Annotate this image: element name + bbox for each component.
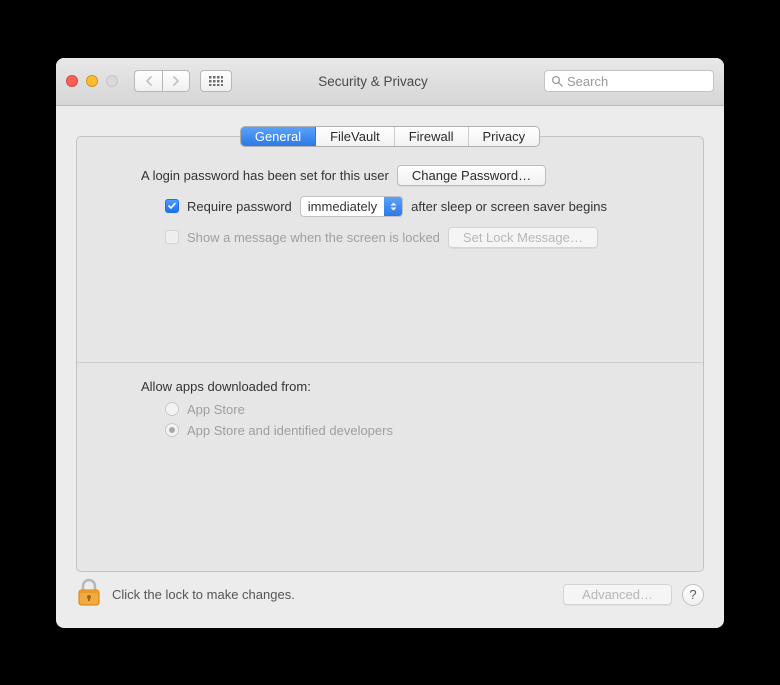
set-lock-message-button: Set Lock Message…: [448, 227, 598, 248]
forward-button[interactable]: [162, 70, 190, 92]
window-controls: [66, 75, 118, 87]
footer: Click the lock to make changes. Advanced…: [56, 572, 724, 628]
login-password-text: A login password has been set for this u…: [141, 168, 389, 183]
tab-bar: General FileVault Firewall Privacy: [240, 126, 540, 147]
radio-identified-developers: [165, 423, 179, 437]
search-field[interactable]: Search: [544, 70, 714, 92]
radio-appstore-label: App Store: [187, 402, 245, 417]
show-lock-message-label: Show a message when the screen is locked: [187, 230, 440, 245]
after-sleep-text: after sleep or screen saver begins: [411, 199, 607, 214]
content-area: General FileVault Firewall Privacy A log…: [56, 106, 724, 572]
chevron-right-icon: [172, 76, 180, 86]
advanced-button[interactable]: Advanced…: [563, 584, 672, 605]
login-password-row: A login password has been set for this u…: [101, 165, 679, 186]
gatekeeper-appstore-row: App Store: [101, 402, 679, 417]
chevron-left-icon: [145, 76, 153, 86]
help-button[interactable]: ?: [682, 584, 704, 606]
tab-general[interactable]: General: [241, 127, 316, 146]
close-window-button[interactable]: [66, 75, 78, 87]
require-password-delay-select[interactable]: immediately: [300, 196, 403, 217]
tab-firewall[interactable]: Firewall: [395, 127, 469, 146]
change-password-button[interactable]: Change Password…: [397, 165, 546, 186]
radio-appstore: [165, 402, 179, 416]
help-icon: ?: [689, 587, 696, 602]
require-password-row: Require password immediately after sleep…: [101, 196, 679, 217]
require-password-checkbox[interactable]: [165, 199, 179, 213]
tab-filevault[interactable]: FileVault: [316, 127, 395, 146]
gatekeeper-identified-row: App Store and identified developers: [101, 423, 679, 438]
search-icon: [551, 75, 563, 87]
select-stepper-icon: [384, 197, 402, 216]
radio-identified-label: App Store and identified developers: [187, 423, 393, 438]
show-lock-message-checkbox: [165, 230, 179, 244]
back-button[interactable]: [134, 70, 162, 92]
allow-apps-label: Allow apps downloaded from:: [101, 379, 679, 394]
titlebar: Security & Privacy Search: [56, 58, 724, 106]
lock-icon: [76, 578, 102, 608]
tab-privacy[interactable]: Privacy: [469, 127, 540, 146]
require-password-label: Require password: [187, 199, 292, 214]
lock-button[interactable]: [76, 578, 102, 611]
window-title: Security & Privacy: [212, 74, 534, 89]
search-placeholder: Search: [567, 74, 608, 89]
checkmark-icon: [167, 201, 177, 211]
require-password-delay-value: immediately: [301, 199, 384, 214]
minimize-window-button[interactable]: [86, 75, 98, 87]
preferences-window: Security & Privacy Search General FileVa…: [56, 58, 724, 628]
zoom-window-button: [106, 75, 118, 87]
lock-message-row: Show a message when the screen is locked…: [101, 227, 679, 248]
tab-bar-wrap: General FileVault Firewall Privacy: [76, 126, 704, 147]
nav-buttons: [134, 70, 190, 92]
general-pane: A login password has been set for this u…: [76, 136, 704, 572]
lock-hint-text: Click the lock to make changes.: [112, 587, 295, 602]
divider: [77, 362, 703, 363]
